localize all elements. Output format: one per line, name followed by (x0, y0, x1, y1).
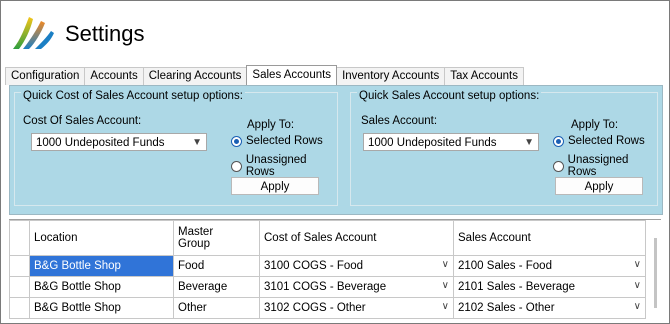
master-group-line1: Master (178, 226, 214, 238)
row-header[interactable] (9, 255, 30, 277)
tab-accounts[interactable]: Accounts (84, 67, 144, 85)
cost-of-sales-group: Quick Cost of Sales Account setup option… (14, 90, 338, 206)
sales-radio-selected-label: Selected Rows (568, 135, 645, 147)
group-cell[interactable]: Food (173, 255, 260, 277)
sales-account-label: Sales Account: (361, 115, 438, 127)
row-header-corner (9, 220, 30, 256)
chevron-down-icon: ∨ (633, 301, 641, 312)
location-cell[interactable]: B&G Bottle Shop (29, 276, 174, 298)
column-header-location[interactable]: Location (29, 220, 174, 256)
cost-account-cell-value: 3100 COGS - Food (264, 260, 364, 272)
sales-account-group: Quick Sales Account setup options: Sales… (350, 90, 658, 206)
table-row[interactable]: B&G Bottle Shop Food 3100 COGS - Food ∨ 2… (9, 255, 646, 277)
tab-configuration[interactable]: Configuration (5, 67, 86, 85)
location-cell[interactable]: B&G Bottle Shop (29, 297, 174, 319)
tab-bar: Configuration Accounts Clearing Accounts… (5, 65, 524, 85)
tab-inventory-accounts[interactable]: Inventory Accounts (336, 67, 446, 85)
cost-account-select[interactable]: 1000 Undeposited Funds ▼ (31, 133, 207, 151)
settings-window: Settings Configuration Accounts Clearing… (0, 0, 670, 324)
sales-apply-to-label: Apply To: (571, 119, 619, 131)
sales-account-cell[interactable]: 2102 Sales - Other ∨ (453, 297, 646, 319)
sales-accounts-grid: Location Master Group Cost of Sales Acco… (9, 219, 661, 320)
radio-checked-icon (231, 135, 242, 147)
tab-clearing-accounts[interactable]: Clearing Accounts (142, 67, 248, 85)
radio-unchecked-icon (231, 160, 242, 172)
app-logo-icon (13, 17, 54, 49)
column-header-sales-account[interactable]: Sales Account (453, 220, 646, 256)
cost-account-cell[interactable]: 3100 COGS - Food ∨ (259, 255, 454, 277)
tab-tax-accounts[interactable]: Tax Accounts (444, 67, 524, 85)
sales-group-title: Quick Sales Account setup options: (357, 90, 542, 102)
sales-radio-selected-rows[interactable]: Selected Rows (553, 135, 645, 147)
radio-unchecked-icon (553, 160, 564, 172)
cost-radio-unassigned-rows[interactable]: Unassigned Rows (231, 154, 337, 178)
chevron-down-icon: ∨ (633, 280, 641, 291)
group-cell[interactable]: Beverage (173, 276, 260, 298)
cost-account-label: Cost Of Sales Account: (23, 115, 142, 127)
quick-setup-panel: Quick Cost of Sales Account setup option… (9, 85, 663, 215)
sales-account-cell[interactable]: 2100 Sales - Food ∨ (453, 255, 646, 277)
accounts-table: Location Master Group Cost of Sales Acco… (9, 220, 646, 319)
cost-account-value: 1000 Undeposited Funds (36, 137, 165, 149)
sales-radio-unassigned-label: Unassigned Rows (567, 154, 629, 178)
table-row[interactable]: B&G Bottle Shop Other 3102 COGS - Other ∨… (9, 297, 646, 319)
page-title: Settings (65, 21, 145, 46)
cost-account-cell-value: 3101 COGS - Beverage (264, 281, 387, 293)
header: Settings (1, 1, 669, 65)
location-cell[interactable]: B&G Bottle Shop (29, 255, 174, 277)
cost-apply-to-label: Apply To: (247, 119, 295, 131)
master-group-line2: Group (178, 238, 210, 250)
cost-account-cell-value: 3102 COGS - Other (264, 302, 366, 314)
sales-account-cell[interactable]: 2101 Sales - Beverage ∨ (453, 276, 646, 298)
chevron-down-icon: ∨ (441, 280, 449, 291)
table-row[interactable]: B&G Bottle Shop Beverage 3101 COGS - Bev… (9, 276, 646, 298)
cost-radio-selected-rows[interactable]: Selected Rows (231, 135, 323, 147)
chevron-down-icon: ∨ (633, 259, 641, 270)
sales-account-select[interactable]: 1000 Undeposited Funds ▼ (363, 133, 539, 151)
column-header-cost-of-sales[interactable]: Cost of Sales Account (259, 220, 454, 256)
sales-account-value: 1000 Undeposited Funds (368, 137, 497, 149)
cost-account-cell[interactable]: 3101 COGS - Beverage ∨ (259, 276, 454, 298)
cost-apply-button[interactable]: Apply (231, 177, 319, 195)
row-header[interactable] (9, 276, 30, 298)
sales-radio-unassigned-rows[interactable]: Unassigned Rows (553, 154, 657, 178)
chevron-down-icon: ▼ (524, 137, 534, 148)
row-header[interactable] (9, 297, 30, 319)
sales-account-cell-value: 2100 Sales - Food (458, 260, 552, 272)
sales-account-cell-value: 2102 Sales - Other (458, 302, 555, 314)
cost-radio-selected-label: Selected Rows (246, 135, 323, 147)
sales-apply-button[interactable]: Apply (555, 177, 643, 195)
chevron-down-icon: ▼ (192, 137, 202, 148)
cost-account-cell[interactable]: 3102 COGS - Other ∨ (259, 297, 454, 319)
vertical-scrollbar[interactable] (654, 238, 657, 308)
radio-checked-icon (553, 135, 564, 147)
chevron-down-icon: ∨ (441, 301, 449, 312)
column-header-master-group[interactable]: Master Group (173, 220, 260, 256)
cost-radio-unassigned-label: Unassigned Rows (245, 154, 307, 178)
cost-group-title: Quick Cost of Sales Account setup option… (21, 90, 245, 102)
sales-account-cell-value: 2101 Sales - Beverage (458, 281, 575, 293)
tab-sales-accounts[interactable]: Sales Accounts (246, 65, 338, 85)
group-cell[interactable]: Other (173, 297, 260, 319)
chevron-down-icon: ∨ (441, 259, 449, 270)
table-header-row: Location Master Group Cost of Sales Acco… (9, 220, 646, 256)
